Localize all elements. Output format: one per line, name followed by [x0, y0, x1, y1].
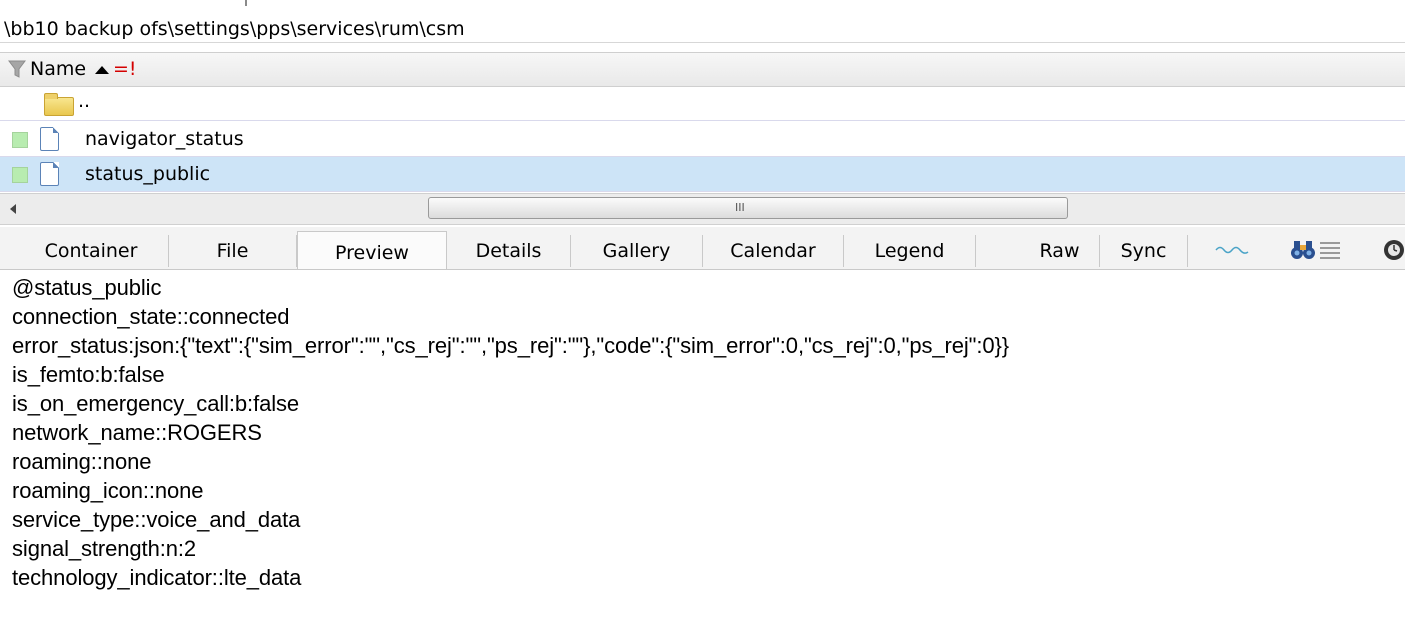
clock-icon[interactable]: [1382, 239, 1405, 261]
list-item-navigator-status[interactable]: navigator_status: [0, 122, 1405, 157]
file-name: ..: [78, 90, 91, 112]
preview-line: service_type::voice_and_data: [12, 507, 301, 532]
preview-line: error_status:json:{"text":{"sim_error":"…: [12, 333, 1009, 358]
tab-raw[interactable]: Raw: [1020, 235, 1100, 267]
preview-line: is_femto:b:false: [12, 362, 165, 387]
document-icon: [40, 127, 59, 151]
tab-details[interactable]: Details: [447, 235, 571, 267]
file-name: navigator_status: [85, 128, 244, 150]
tab-legend[interactable]: Legend: [844, 235, 976, 267]
scrollbar-grip: III: [735, 201, 745, 214]
path-bar: \bb10 backup ofs\settings\pps\services\r…: [0, 0, 1405, 43]
preview-line: network_name::ROGERS: [12, 420, 262, 445]
list-icon[interactable]: [1318, 239, 1342, 261]
preview-line: signal_strength:n:2: [12, 536, 197, 561]
binoculars-icon[interactable]: [1290, 239, 1316, 261]
resize-tick: [245, 0, 247, 6]
preview-pane[interactable]: @status_public connection_state::connect…: [0, 270, 1405, 625]
tab-container[interactable]: Container: [14, 235, 169, 267]
preview-line: roaming_icon::none: [12, 478, 204, 503]
folder-icon: [44, 93, 74, 116]
tab-gallery[interactable]: Gallery: [571, 235, 703, 267]
file-name: status_public: [85, 163, 211, 185]
preview-line: roaming::none: [12, 449, 152, 474]
tab-calendar[interactable]: Calendar: [703, 235, 844, 267]
waveform-icon[interactable]: [1212, 239, 1256, 261]
scroll-left-arrow-icon[interactable]: [10, 204, 16, 214]
list-item-status-public[interactable]: status_public: [0, 157, 1405, 192]
column-header: Name =!: [0, 52, 1405, 87]
sort-flag: =!: [113, 58, 137, 80]
preview-line: technology_indicator::lte_data: [12, 565, 302, 590]
scrollbar-thumb[interactable]: III: [428, 197, 1068, 219]
file-browser-window: \bb10 backup ofs\settings\pps\services\r…: [0, 0, 1405, 625]
horizontal-scrollbar[interactable]: III: [0, 193, 1405, 225]
viewer-tab-bar: Container File Preview Details Gallery C…: [0, 227, 1405, 270]
list-item-parent-folder[interactable]: ..: [0, 86, 1405, 121]
document-icon: [40, 162, 59, 186]
name-column-header[interactable]: Name: [30, 58, 86, 80]
tab-preview[interactable]: Preview: [297, 231, 447, 269]
preview-line: connection_state::connected: [12, 304, 290, 329]
selection-checkbox[interactable]: [12, 132, 28, 148]
sort-ascending-icon: [95, 66, 109, 74]
current-path[interactable]: \bb10 backup ofs\settings\pps\services\r…: [4, 17, 465, 41]
preview-line: is_on_emergency_call:b:false: [12, 391, 300, 416]
preview-line: @status_public: [12, 275, 162, 300]
tab-file[interactable]: File: [169, 235, 297, 267]
selection-checkbox[interactable]: [12, 167, 28, 183]
filter-icon[interactable]: [8, 60, 26, 78]
tab-sync[interactable]: Sync: [1100, 235, 1188, 267]
